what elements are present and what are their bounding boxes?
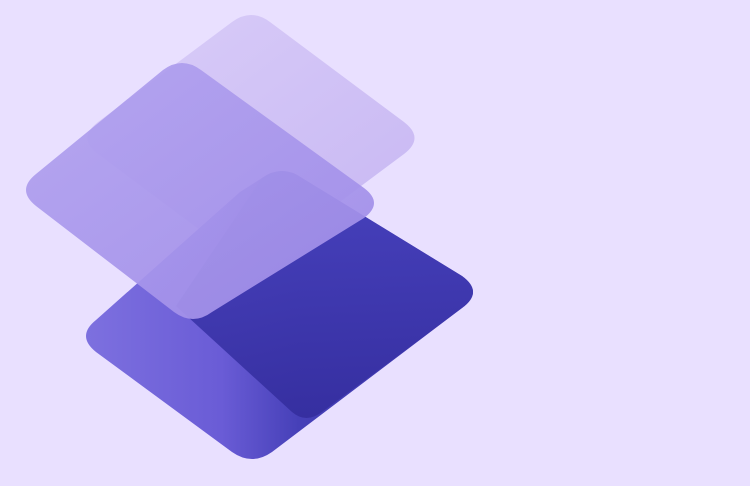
stacked-layers-logo — [26, 15, 473, 459]
illustration-canvas — [0, 0, 750, 486]
